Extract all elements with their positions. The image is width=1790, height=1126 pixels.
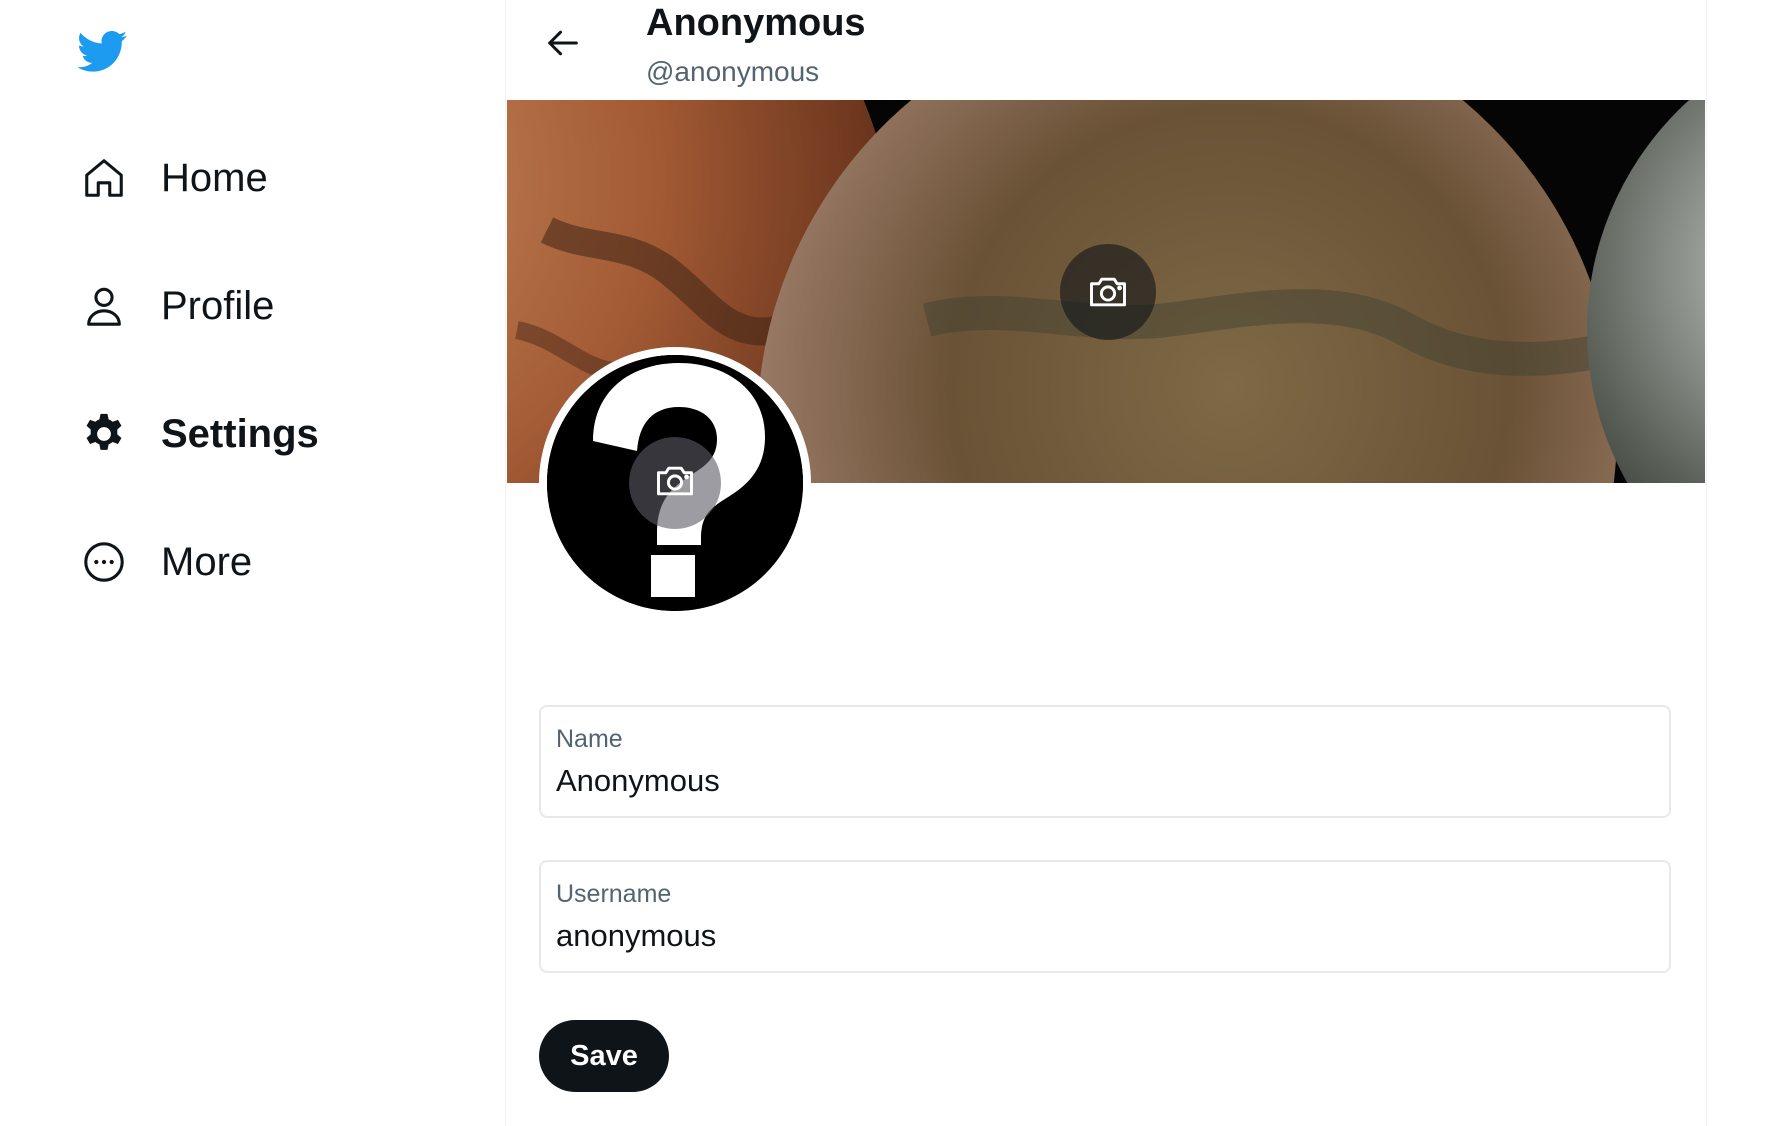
save-button[interactable]: Save [539,1020,669,1092]
avatar-camera-button[interactable] [629,437,721,529]
gear-icon [80,410,128,458]
sidebar-item-label: Profile [161,283,275,328]
main-column: Anonymous @anonymous Name Anonymous User… [505,0,1707,1126]
sidebar: Home Profile Settings More [0,0,505,1126]
sidebar-item-home[interactable]: Home [80,143,268,213]
username-input[interactable] [556,914,1646,958]
profile-header: Anonymous @anonymous [506,0,1706,100]
sidebar-item-settings[interactable]: Settings [80,399,319,469]
banner-camera-button[interactable] [1060,244,1156,340]
username-field[interactable]: Username [539,860,1671,973]
sidebar-item-profile[interactable]: Profile [80,271,274,341]
sidebar-item-label: Home [161,155,268,200]
avatar[interactable] [539,347,811,619]
back-button[interactable] [538,20,588,70]
home-icon [80,154,128,202]
twitter-bird-icon[interactable] [76,26,128,76]
arrow-left-icon [543,23,583,68]
camera-icon [1086,270,1130,314]
more-circle-icon [80,538,128,586]
name-field[interactable]: Name [539,705,1671,818]
profile-handle: @anonymous [646,56,820,87]
sidebar-item-label: More [161,539,253,584]
page-title: Anonymous [646,2,866,44]
sidebar-item-label: Settings [161,411,319,456]
sidebar-item-more[interactable]: More [80,527,252,597]
avatar-image [547,355,803,611]
username-field-label: Username [556,880,672,908]
name-input[interactable] [556,759,1646,803]
name-field-label: Name [556,725,623,753]
camera-icon [653,459,697,508]
person-icon [80,282,128,330]
